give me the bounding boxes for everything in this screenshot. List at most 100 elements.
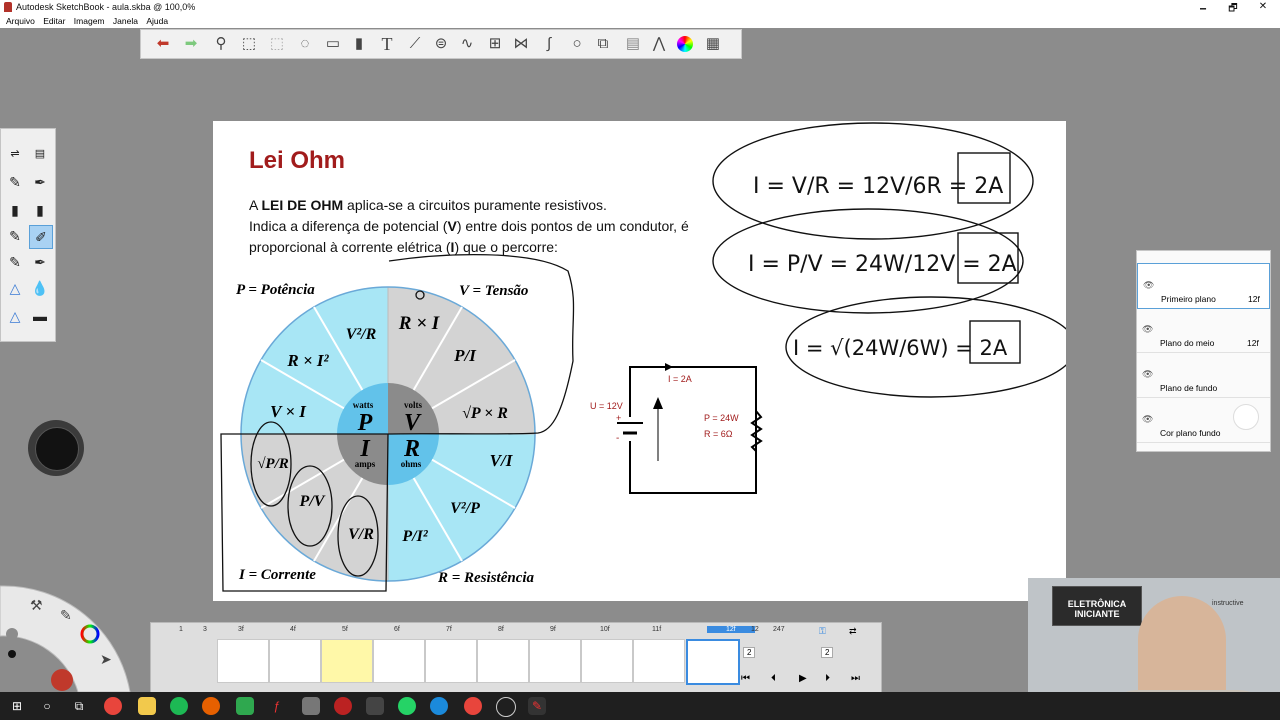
eraser-icon[interactable]: ▬ [29,305,51,327]
text-icon[interactable]: T [377,34,397,54]
prev-frame-icon[interactable]: ⏴ [771,673,776,684]
menu-ajuda[interactable]: Ajuda [146,16,168,26]
palette-icon[interactable]: ▦ [703,34,723,54]
frame-thumbnail-current[interactable] [686,639,740,685]
segment-sqrt-p-times-r: √P × R [462,405,508,422]
frame-thumbnail[interactable] [321,639,373,683]
sublime-icon[interactable] [236,697,254,715]
brush-library-icon[interactable]: ▤ [29,143,51,165]
undo-icon[interactable]: ⬅ [153,34,173,54]
frame-thumbnail[interactable] [373,639,425,683]
layers-icon[interactable]: ▤ [623,34,643,54]
layer-item[interactable]: 👁 Cor plano fundo [1137,398,1270,443]
ruler-icon[interactable]: ⟋ [405,34,425,54]
frame-dropdown[interactable]: 2 [743,647,756,658]
app-icon[interactable]: ƒ [268,697,286,715]
menu-editar[interactable]: Editar [43,16,65,26]
copy-paste-icon[interactable]: ⧉ [593,34,613,54]
drawing-canvas[interactable]: Lei Ohm A LEI DE OHM aplica-se a circuit… [213,121,1066,601]
loop-icon[interactable]: ⇄ [849,626,857,637]
menu-janela[interactable]: Janela [113,16,138,26]
marker-brush-icon[interactable]: ▮ [4,199,26,221]
visibility-eye-icon[interactable]: 👁 [1142,369,1153,380]
visibility-eye-icon[interactable]: 👁 [1143,280,1154,291]
sketchbook-icon[interactable]: ✎ [528,697,546,715]
distort-icon[interactable]: ▭ [323,34,343,54]
menu-arquivo[interactable]: Arquivo [6,16,35,26]
app-icon[interactable] [334,697,352,715]
total-frames: 247 [773,626,785,633]
brush-icon[interactable]: ✎ [4,225,26,247]
ellipse-guide-icon[interactable]: ⊜ [431,34,451,54]
brushes-icon[interactable]: ⋀ [649,34,669,54]
brush-settings-icon[interactable]: ⇌ [4,143,26,165]
perspective-icon[interactable]: ⊞ [485,34,505,54]
frame-thumbnail[interactable] [269,639,321,683]
chrome-icon[interactable] [464,697,482,715]
segment-p-over-v: P/V [299,493,326,510]
file-explorer-icon[interactable] [138,697,156,715]
layer-item[interactable]: 👁 Primeiro plano 12f [1137,263,1270,309]
circuit-diagram: + - U = 12V I = 2A P = 24W R = 6Ω [590,363,763,494]
selected-brush-icon[interactable]: ✐ [29,225,53,249]
stroke-icon[interactable]: ∫ [539,34,559,54]
layer-item[interactable]: 👁 Plano de fundo [1137,353,1270,398]
color-wheel-icon[interactable] [675,34,695,54]
airbrush-icon[interactable]: △ [4,277,26,299]
lasso-icon[interactable]: ◌ [295,34,315,54]
redo-icon[interactable]: ➡ [181,34,201,54]
french-curve-icon[interactable]: ∿ [457,34,477,54]
last-frame-icon[interactable]: ⏭ [851,673,860,684]
zoom-icon[interactable]: ⚲ [211,34,231,54]
first-frame-icon[interactable]: ⏮ [741,673,750,684]
label-corrente: I = Corrente [238,567,316,583]
next-frame-icon[interactable]: ⏵ [825,673,830,684]
whatsapp-icon[interactable] [398,697,416,715]
frame-thumbnail[interactable] [581,639,633,683]
fill-icon[interactable]: ▮ [349,34,369,54]
frame-thumbnail[interactable] [477,639,529,683]
brush-puck[interactable] [28,420,84,476]
frame-thumbnail[interactable] [633,639,685,683]
circuit-power: P = 24W [704,413,739,423]
windows-start-icon[interactable]: ⊞ [8,697,26,715]
segment-v2-over-p: V²/P [450,500,480,517]
crop-icon[interactable]: ⬚ [267,34,287,54]
select-icon: ➤ [100,651,112,667]
visibility-eye-icon[interactable]: 👁 [1142,324,1153,335]
brush-icon: ⚒ [30,597,43,613]
frame-thumbnail[interactable] [425,639,477,683]
spotify-icon[interactable] [170,697,188,715]
label-resistencia: R = Resistência [437,570,535,586]
ink-brush-icon[interactable]: ✒ [29,251,51,273]
visibility-eye-icon[interactable]: 👁 [1142,414,1153,425]
frame-thumbnail[interactable] [217,639,269,683]
firefox-icon[interactable] [202,697,220,715]
search-icon[interactable]: ○ [38,697,56,715]
chrome-icon[interactable] [104,697,122,715]
marker-brush-icon[interactable]: ▮ [29,199,51,221]
key-icon[interactable]: ⚿ [819,626,826,637]
background-color-swatch[interactable] [1233,404,1259,430]
close-button[interactable]: ✕ [1252,1,1274,12]
main-toolbar: ⬅ ➡ ⚲ ⬚ ⬚ ◌ ▭ ▮ T ⟋ ⊜ ∿ ⊞ ⋈ ∫ ○ ⧉ ▤ ⋀ ▦ [140,29,742,59]
frame-dropdown[interactable]: 2 [821,647,834,658]
task-view-icon[interactable]: ⧉ [70,697,88,715]
play-icon[interactable]: ▶ [799,673,807,684]
select-icon[interactable]: ⬚ [239,34,259,54]
blur-icon[interactable]: △ [4,305,26,327]
app-icon[interactable] [302,697,320,715]
pen-brush-icon[interactable]: ✒ [29,171,51,193]
pencil-brush-icon[interactable]: ✎ [4,171,26,193]
symmetry-icon[interactable]: ⋈ [511,34,531,54]
smudge-icon[interactable]: 💧 [29,277,51,299]
obs-icon[interactable] [496,697,516,717]
canvas-drawing: watts P volts V I amps R ohms V²/R R × I… [220,122,1066,592]
app-icon[interactable] [366,697,384,715]
layer-item[interactable]: 👁 Plano do meio 12f [1137,308,1270,353]
brush-icon[interactable]: ✎ [4,251,26,273]
menu-imagem[interactable]: Imagem [74,16,105,26]
shape-icon[interactable]: ○ [567,34,587,54]
frame-thumbnail[interactable] [529,639,581,683]
edge-icon[interactable] [430,697,448,715]
